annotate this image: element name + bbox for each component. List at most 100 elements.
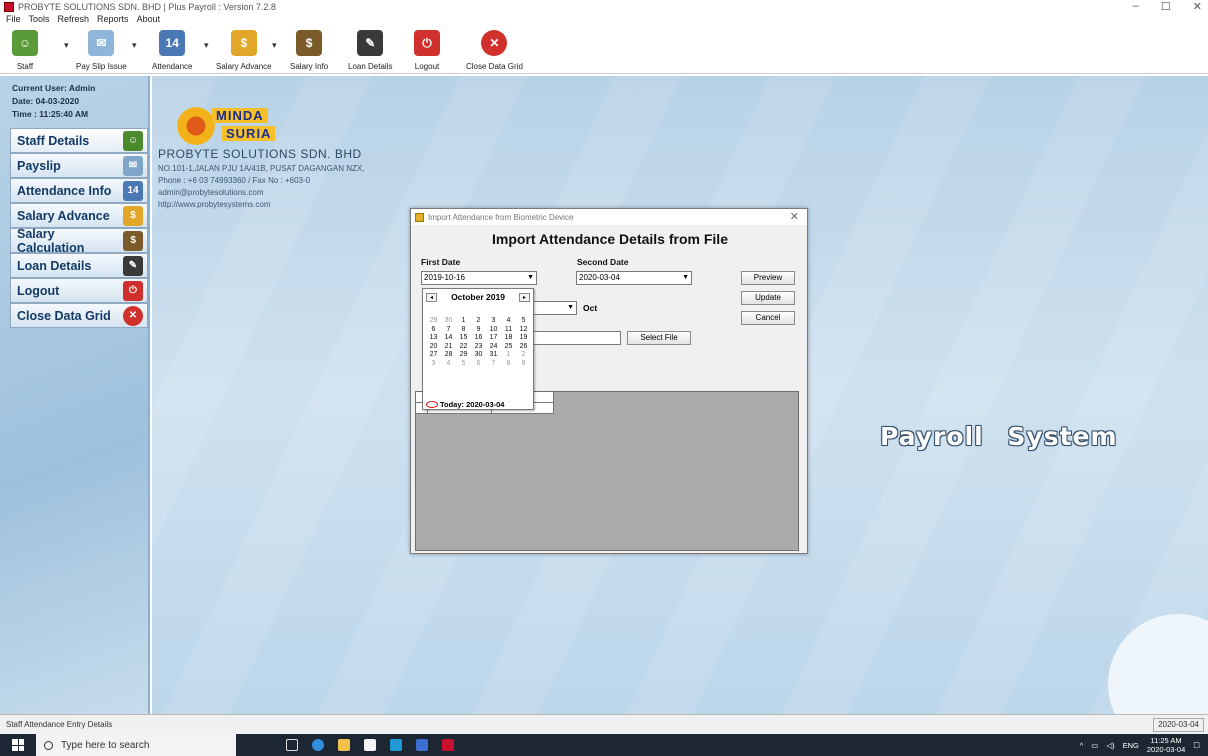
calendar-day[interactable]: 25	[501, 343, 516, 352]
calendar-next-month-button[interactable]: ▸	[519, 292, 530, 302]
calendar-day[interactable]: 13	[426, 334, 441, 343]
dialog-close-button[interactable]: ✕	[790, 210, 799, 223]
attendance-data-grid[interactable]	[415, 391, 799, 551]
attendance-dropdown-arrow[interactable]: ▾	[204, 40, 209, 51]
calendar-today-link[interactable]: Today: 2020-03-04	[426, 400, 504, 409]
language-indicator[interactable]: ENG	[1123, 741, 1139, 750]
calendar-day[interactable]: 9	[471, 326, 486, 335]
calendar-day[interactable]: 4	[501, 317, 516, 326]
maximize-button[interactable]: ☐	[1161, 0, 1171, 13]
toolbar-salary-info-button[interactable]: $ Salary Info	[290, 28, 328, 72]
toolbar-loan-details-button[interactable]: ✎ Loan Details	[348, 28, 392, 72]
toolbar-logout-button[interactable]: ⏻ Logout	[414, 28, 440, 72]
app-icon[interactable]	[416, 739, 428, 751]
sidebar-item-salary-calculation[interactable]: Salary Calculation $	[10, 227, 148, 255]
calendar-day[interactable]: 7	[441, 326, 456, 335]
toolbar-staff-button[interactable]: ☺ Staff	[12, 28, 38, 72]
volume-icon[interactable]: ◁)	[1106, 741, 1114, 750]
calendar-day[interactable]: 31	[486, 351, 501, 360]
select-file-button[interactable]: Select File	[627, 331, 691, 345]
taskbar-clock[interactable]: 11:25 AM 2020-03-04	[1147, 736, 1185, 754]
menu-file[interactable]: File	[6, 14, 21, 26]
calendar-day-selected[interactable]: 16	[471, 334, 486, 343]
calendar-day[interactable]: 2	[471, 317, 486, 326]
store-icon[interactable]	[364, 739, 376, 751]
calendar-day[interactable]: 1	[501, 351, 516, 360]
file-path-field[interactable]	[531, 331, 621, 345]
menu-about[interactable]: About	[137, 14, 161, 26]
calendar-day[interactable]: 28	[441, 351, 456, 360]
month-combo[interactable]: ▼	[531, 301, 577, 315]
taskbar-search-box[interactable]: Type here to search	[36, 734, 236, 756]
calendar-day[interactable]: 29	[426, 317, 441, 326]
calendar-day[interactable]: 8	[501, 360, 516, 369]
calendar-day[interactable]: 30	[471, 351, 486, 360]
second-date-picker[interactable]: 2020-03-04 ▼	[576, 271, 692, 285]
calendar-day[interactable]: 5	[516, 317, 531, 326]
calendar-day[interactable]: 22	[456, 343, 471, 352]
tray-chevron-icon[interactable]: ^	[1080, 741, 1084, 750]
calendar-day[interactable]: 4	[441, 360, 456, 369]
toolbar-close-data-grid-button[interactable]: ✕ Close Data Grid	[466, 28, 523, 72]
calendar-day[interactable]: 5	[456, 360, 471, 369]
minimize-button[interactable]: –	[1133, 0, 1139, 13]
mail-icon[interactable]	[390, 739, 402, 751]
menu-tools[interactable]: Tools	[29, 14, 50, 26]
calendar-day[interactable]: 1	[456, 317, 471, 326]
staff-dropdown-arrow[interactable]: ▾	[64, 40, 69, 51]
preview-button[interactable]: Preview	[741, 271, 795, 285]
sidebar-item-logout[interactable]: Logout ⏻	[10, 278, 148, 303]
payroll-app-taskbar-icon[interactable]	[442, 739, 454, 751]
first-date-picker[interactable]: 2019-10-16 ▼	[421, 271, 537, 285]
calendar-day[interactable]: 2	[516, 351, 531, 360]
cancel-button[interactable]: Cancel	[741, 311, 795, 325]
calendar-day[interactable]: 8	[456, 326, 471, 335]
sidebar-item-salary-advance[interactable]: Salary Advance $	[10, 203, 148, 228]
salary-advance-dropdown-arrow[interactable]: ▾	[272, 40, 277, 51]
calendar-day[interactable]: 10	[486, 326, 501, 335]
calendar-day[interactable]: 7	[486, 360, 501, 369]
calendar-day[interactable]: 11	[501, 326, 516, 335]
sidebar-item-payslip[interactable]: Payslip ✉	[10, 153, 148, 178]
start-button[interactable]	[0, 734, 36, 756]
calendar-day[interactable]: 18	[501, 334, 516, 343]
calendar-day[interactable]: 23	[471, 343, 486, 352]
notifications-icon[interactable]: ☐	[1193, 741, 1200, 750]
calendar-day[interactable]: 30	[441, 317, 456, 326]
calendar-day[interactable]: 17	[486, 334, 501, 343]
task-view-icon[interactable]	[286, 739, 298, 751]
sidebar-item-attendance-info[interactable]: Attendance Info 14	[10, 178, 148, 203]
toolbar-attendance-button[interactable]: 14 Attendance	[152, 28, 192, 72]
calendar-day[interactable]: 3	[486, 317, 501, 326]
file-explorer-icon[interactable]	[338, 739, 350, 751]
network-icon[interactable]: ▭	[1091, 741, 1098, 750]
toolbar-pay-slip-issue-button[interactable]: ✉ Pay Slip Issue	[76, 28, 127, 72]
edge-browser-icon[interactable]	[312, 739, 324, 751]
calendar-prev-month-button[interactable]: ◂	[426, 292, 437, 302]
calendar-day[interactable]: 6	[426, 326, 441, 335]
sidebar-item-staff-details[interactable]: Staff Details ☺	[10, 128, 148, 153]
calendar-day[interactable]: 29	[456, 351, 471, 360]
menu-refresh[interactable]: Refresh	[58, 14, 90, 26]
close-window-button[interactable]: ✕	[1193, 0, 1202, 13]
calendar-day[interactable]: 3	[426, 360, 441, 369]
payslip-dropdown-arrow[interactable]: ▾	[132, 40, 137, 51]
calendar-day[interactable]: 19	[516, 334, 531, 343]
sidebar-item-close-data-grid[interactable]: Close Data Grid ✕	[10, 303, 148, 328]
calendar-day[interactable]: 27	[426, 351, 441, 360]
calendar-day[interactable]: 15	[456, 334, 471, 343]
calendar-day[interactable]: 20	[426, 343, 441, 352]
calendar-day[interactable]: 21	[441, 343, 456, 352]
toolbar-salary-advance-button[interactable]: $ Salary Advance	[216, 28, 272, 72]
payslip-icon: ✉	[88, 30, 115, 56]
calendar-day[interactable]: 9	[516, 360, 531, 369]
calendar-day[interactable]: 24	[486, 343, 501, 352]
calendar-day[interactable]: 14	[441, 334, 456, 343]
calendar-day[interactable]: 12	[516, 326, 531, 335]
loan-document-icon: ✎	[123, 255, 143, 276]
update-button[interactable]: Update	[741, 291, 795, 305]
calendar-day[interactable]: 6	[471, 360, 486, 369]
calendar-day[interactable]: 26	[516, 343, 531, 352]
sidebar-item-loan-details[interactable]: Loan Details ✎	[10, 253, 148, 278]
menu-reports[interactable]: Reports	[97, 14, 129, 26]
